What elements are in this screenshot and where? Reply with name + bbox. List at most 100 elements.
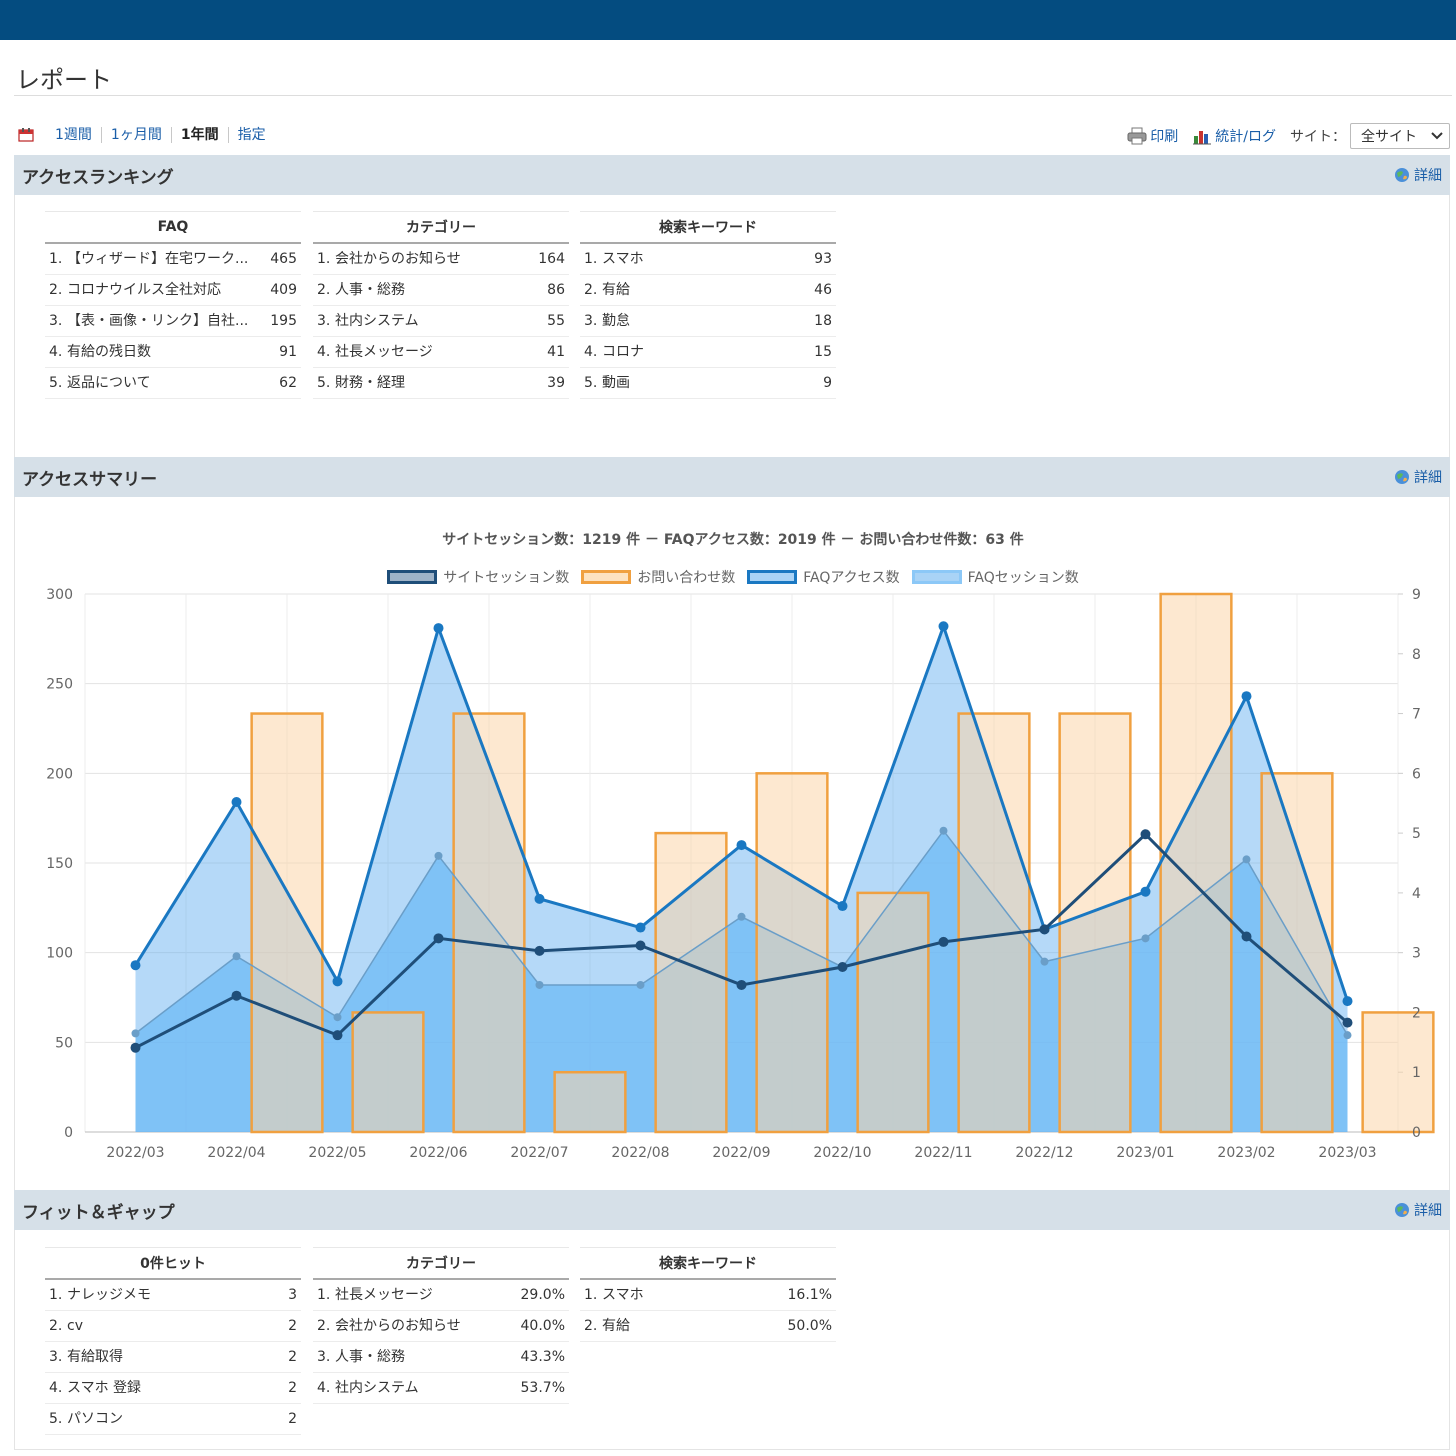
row-label[interactable]: コロナ (600, 336, 754, 368)
faq-access-point (938, 621, 949, 632)
site-select[interactable]: 全サイト (1350, 123, 1450, 149)
y-tick-label: 250 (46, 677, 73, 693)
row-value: 18 (753, 305, 836, 337)
printer-icon (1127, 127, 1147, 145)
row-label[interactable]: 有給 (600, 1310, 713, 1342)
period-1week[interactable]: 1週間 (46, 127, 102, 143)
table-row[interactable]: 1. スマホ 93 (580, 242, 836, 275)
row-number: 4. (45, 336, 65, 368)
table-row[interactable]: 2. 人事・総務 86 (313, 274, 569, 306)
inquiry-bar (1159, 592, 1233, 1134)
row-label[interactable]: パソコン (65, 1403, 264, 1435)
row-number: 1. (580, 242, 600, 275)
row-label[interactable]: 人事・総務 (333, 1341, 502, 1373)
x-tick-label: 2022/06 (409, 1145, 467, 1161)
print-link[interactable]: 印刷 (1127, 126, 1178, 146)
row-number: 3. (313, 1341, 333, 1373)
row-number: 2. (313, 1310, 333, 1342)
table-row[interactable]: 3. 有給取得 2 (45, 1341, 301, 1373)
table-row[interactable]: 5. 財務・経理 39 (313, 367, 569, 399)
y2-tick-label: 8 (1412, 647, 1421, 663)
table-row[interactable]: 1. ナレッジメモ 3 (45, 1278, 301, 1311)
y2-tick-label: 6 (1412, 766, 1421, 782)
summary-detail-label: 詳細 (1414, 470, 1442, 486)
row-label[interactable]: 有給取得 (65, 1341, 264, 1373)
inquiry-bar (755, 772, 829, 1134)
table-row[interactable]: 2. 有給 46 (580, 274, 836, 306)
table-row[interactable]: 4. 社内システム 53.7% (313, 1372, 569, 1404)
table-row[interactable]: 2. コロナウイルス全社対応 409 (45, 274, 301, 306)
row-value: 195 (264, 305, 301, 337)
access-summary-chart: 0 50 100 150 200 250 300 0 1 2 3 4 5 6 7 8 9 2022/03 2022/… (46, 587, 1435, 1161)
row-label[interactable]: スマホ (600, 242, 754, 275)
row-label[interactable]: 社内システム (333, 1372, 502, 1404)
row-label[interactable]: 人事・総務 (333, 274, 520, 306)
row-value: 41 (519, 336, 569, 368)
table-row[interactable]: 1. 【ウィザード】在宅ワーク... 465 (45, 242, 301, 275)
row-label[interactable]: スマホ (600, 1278, 713, 1311)
site-session-point (635, 940, 646, 951)
table-row[interactable]: 4. コロナ 15 (580, 336, 836, 368)
access-summary-panel: サイトセッション数：1219 件 － FAQアクセス数：2019 件 － お問い… (14, 497, 1450, 1191)
row-number: 1. (313, 242, 333, 275)
y-tick-label: 200 (46, 766, 73, 782)
stats-log-link[interactable]: 統計/ログ (1192, 126, 1276, 146)
table-row[interactable]: 3. 勤怠 18 (580, 305, 836, 337)
table-row[interactable]: 4. スマホ 登録 2 (45, 1372, 301, 1404)
fit-gap-header: フィット＆ギャップ 詳細 (14, 1190, 1450, 1230)
row-number: 4. (45, 1372, 65, 1404)
fit-gap-title: フィット＆ギャップ (22, 1202, 175, 1223)
site-session-point (1140, 829, 1151, 840)
row-number: 3. (45, 305, 65, 337)
row-label[interactable]: 勤怠 (600, 305, 754, 337)
row-label[interactable]: 【ウィザード】在宅ワーク... (65, 242, 265, 275)
table-row[interactable]: 2. 有給 50.0% (580, 1310, 836, 1342)
row-label[interactable]: 社長メッセージ (333, 1278, 502, 1311)
row-label[interactable]: 動画 (600, 367, 754, 399)
table-row[interactable]: 3. 【表・画像・リンク】自社... 195 (45, 305, 301, 337)
table-row[interactable]: 5. 動画 9 (580, 367, 836, 399)
table-row[interactable]: 5. パソコン 2 (45, 1403, 301, 1435)
table-row[interactable]: 1. 会社からのお知らせ 164 (313, 242, 569, 275)
table-row[interactable]: 2. cv 2 (45, 1310, 301, 1342)
row-label[interactable]: ナレッジメモ (65, 1278, 264, 1311)
row-label[interactable]: 財務・経理 (333, 367, 520, 399)
inquiry-bar (452, 712, 526, 1134)
table-header: FAQ (45, 211, 301, 244)
table-row[interactable]: 5. 返品について 62 (45, 367, 301, 399)
table-row[interactable]: 2. 会社からのお知らせ 40.0% (313, 1310, 569, 1342)
table-row[interactable]: 4. 社長メッセージ 41 (313, 336, 569, 368)
y2-tick-label: 2 (1412, 1005, 1421, 1021)
row-label[interactable]: 社長メッセージ (333, 336, 520, 368)
period-custom[interactable]: 指定 (229, 127, 275, 143)
x-tick-label: 2022/08 (611, 1145, 669, 1161)
y-tick-label: 100 (46, 946, 73, 962)
table-row[interactable]: 1. スマホ 16.1% (580, 1278, 836, 1311)
site-session-point (433, 933, 444, 944)
site-session-point (534, 945, 545, 956)
faq-access-point (332, 976, 343, 987)
table-row[interactable]: 1. 社長メッセージ 29.0% (313, 1278, 569, 1311)
row-value: 2 (263, 1403, 301, 1435)
inquiry-bar (1260, 772, 1334, 1134)
row-label[interactable]: cv (65, 1310, 264, 1342)
row-label[interactable]: 有給 (600, 274, 754, 306)
table-row[interactable]: 3. 社内システム 55 (313, 305, 569, 337)
row-label[interactable]: 会社からのお知らせ (333, 1310, 502, 1342)
table-row[interactable]: 4. 有給の残日数 91 (45, 336, 301, 368)
fitgap-detail-label: 詳細 (1414, 1203, 1442, 1219)
row-label[interactable]: 社内システム (333, 305, 520, 337)
summary-detail-link[interactable]: 詳細 (1394, 467, 1442, 487)
row-label[interactable]: コロナウイルス全社対応 (65, 274, 265, 306)
site-select-value: 全サイト (1361, 129, 1417, 145)
fitgap-detail-link[interactable]: 詳細 (1394, 1200, 1442, 1220)
row-label[interactable]: 【表・画像・リンク】自社... (65, 305, 265, 337)
table-row[interactable]: 3. 人事・総務 43.3% (313, 1341, 569, 1373)
row-label[interactable]: 会社からのお知らせ (333, 242, 520, 275)
row-label[interactable]: 返品について (65, 367, 265, 399)
ranking-detail-link[interactable]: 詳細 (1394, 165, 1442, 185)
row-label[interactable]: スマホ 登録 (65, 1372, 264, 1404)
period-1year[interactable]: 1年間 (172, 127, 229, 143)
row-label[interactable]: 有給の残日数 (65, 336, 265, 368)
period-1month[interactable]: 1ヶ月間 (102, 127, 172, 143)
